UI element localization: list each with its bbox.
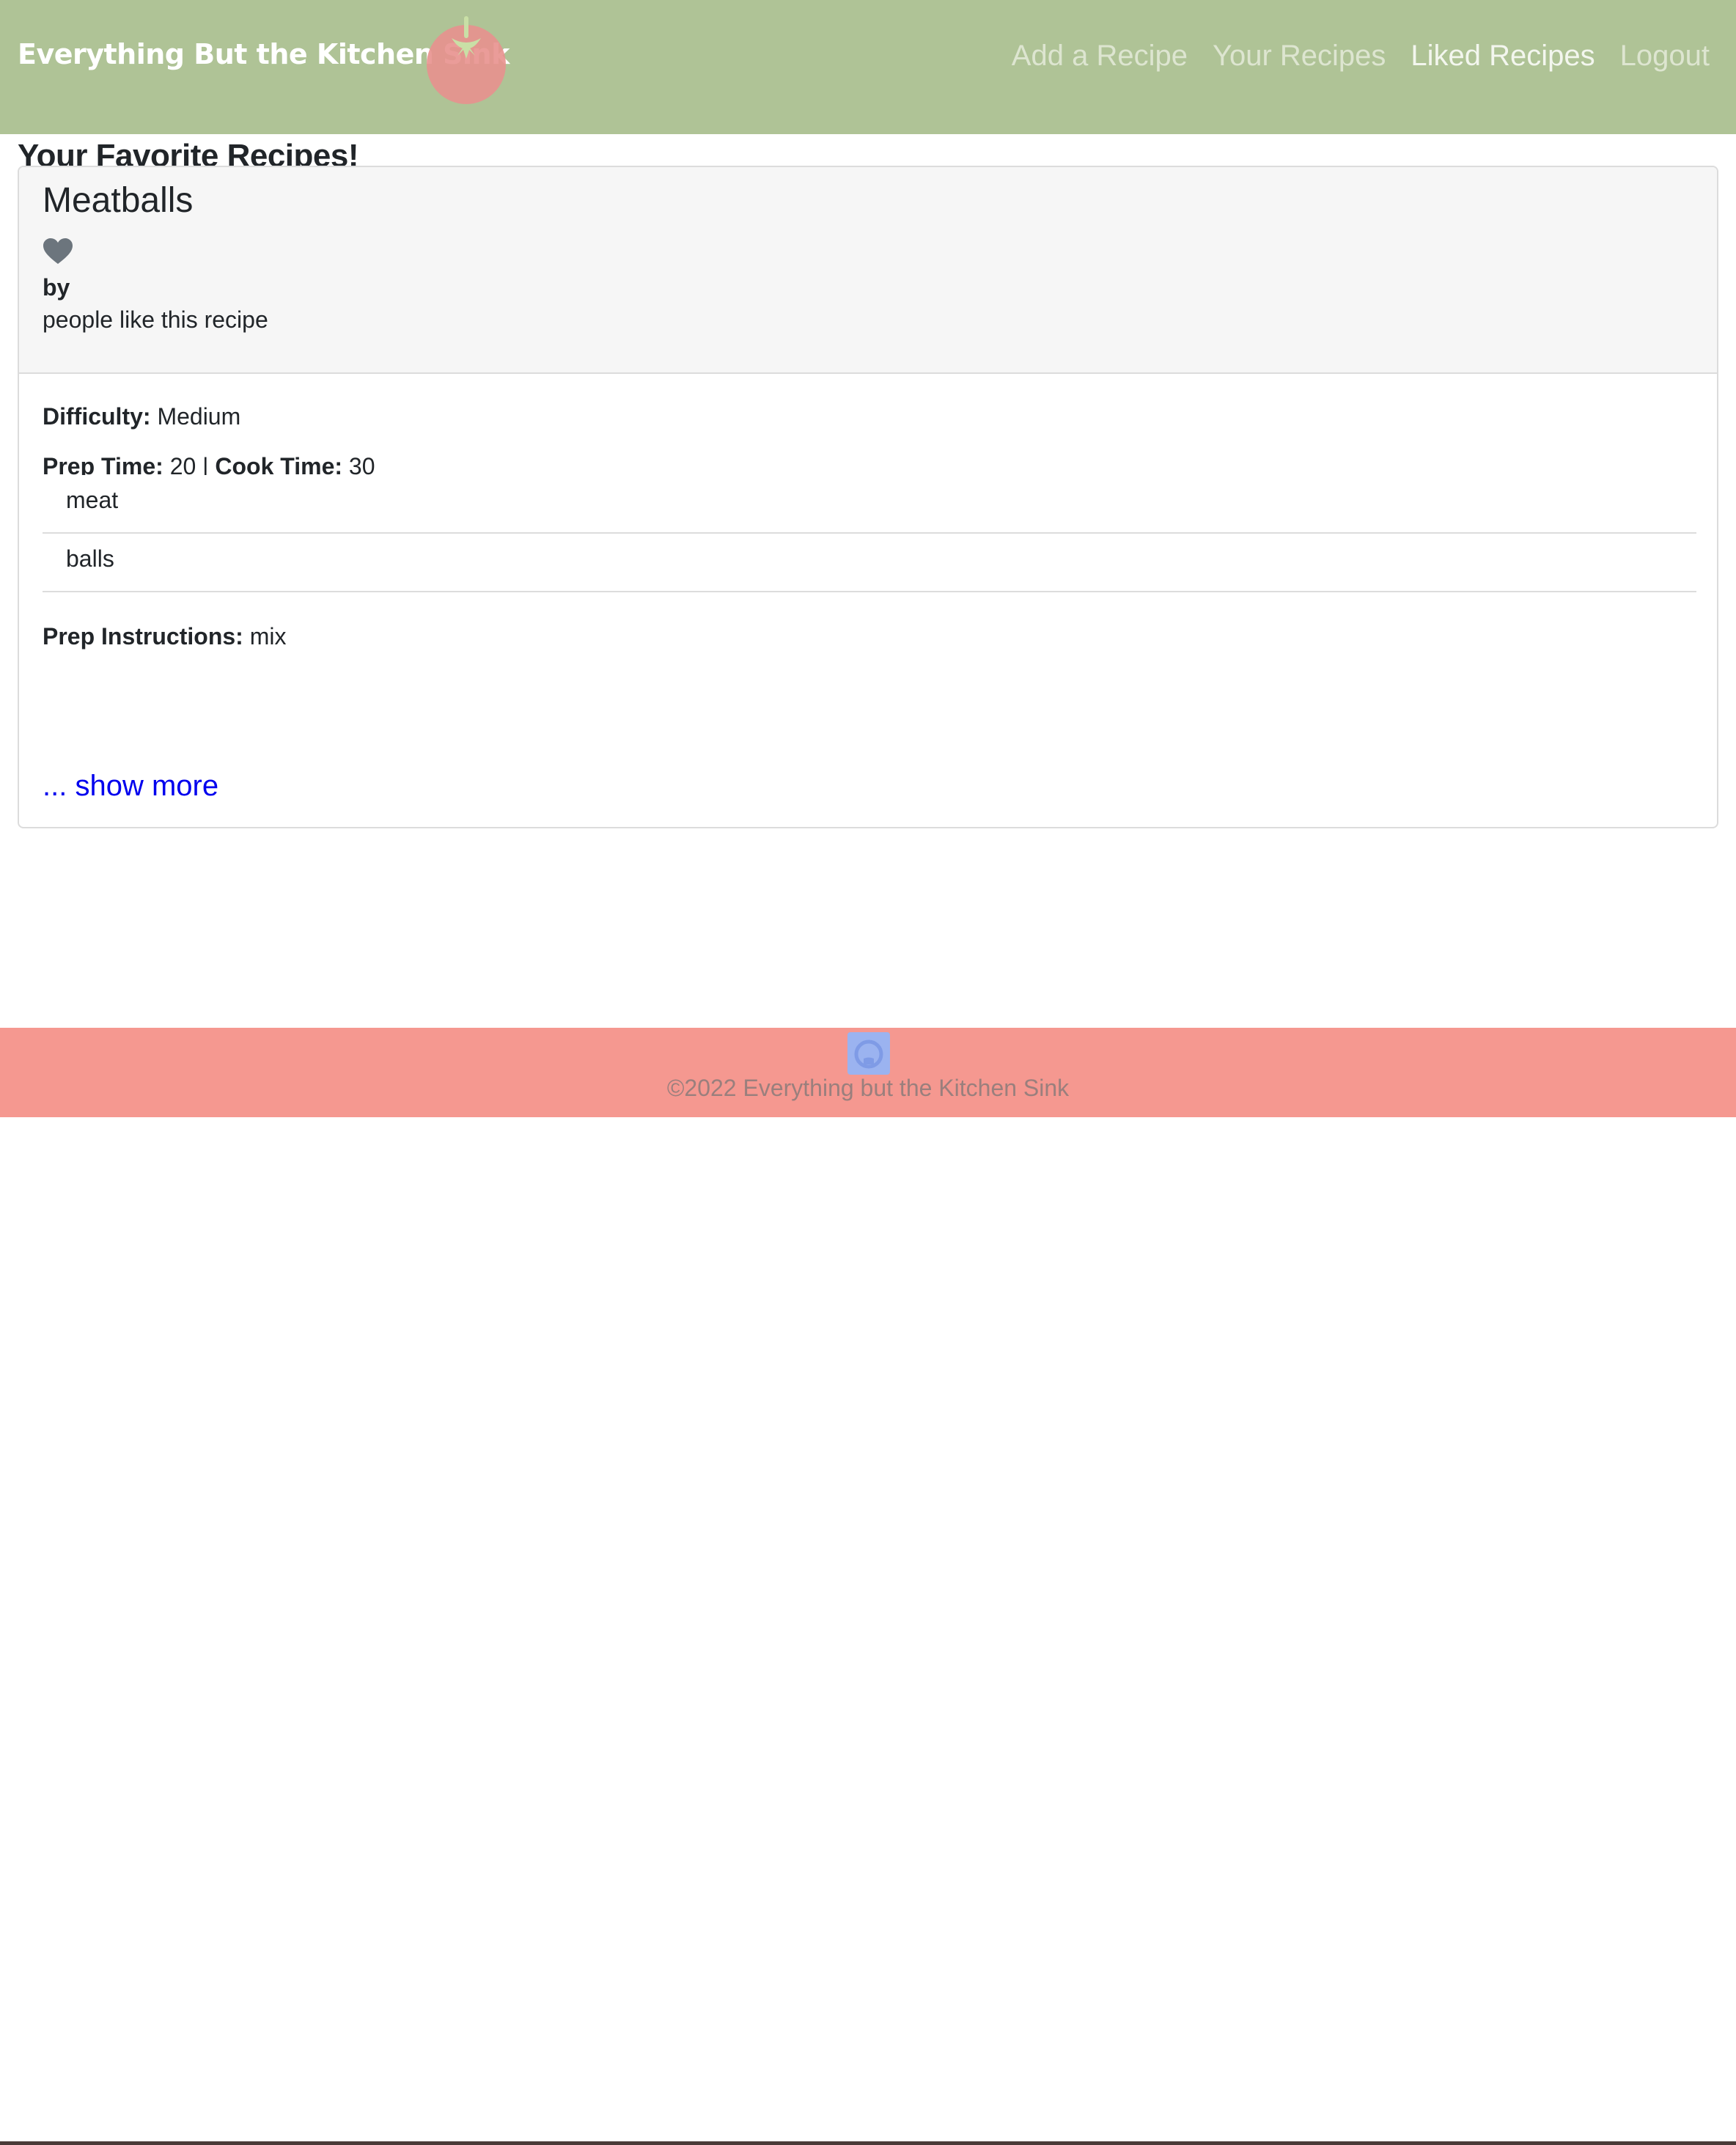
nav-your-recipes[interactable]: Your Recipes xyxy=(1213,40,1386,73)
prep-time-value: 20 xyxy=(169,453,196,475)
recipe-card-header: Meatballs by people like this recipe xyxy=(19,167,1717,374)
heart-icon[interactable] xyxy=(43,238,73,265)
copyright-text: ©2022 Everything but the Kitchen Sink xyxy=(666,1075,1070,1101)
page-title: Your Favorite Recipes! xyxy=(18,138,358,167)
ingredient-list: meat balls xyxy=(43,475,1696,592)
cook-time-label: Cook Time: xyxy=(215,453,343,475)
recipe-instructions: Prep Instructions: mix xyxy=(43,623,286,650)
ingredient-item: balls xyxy=(43,534,1696,592)
footer-divider xyxy=(0,2141,1736,2145)
instructions-value: mix xyxy=(249,623,287,650)
nav-liked-recipes[interactable]: Liked Recipes xyxy=(1410,40,1595,73)
nav-links: Add a Recipe Your Recipes Liked Recipes … xyxy=(1012,40,1710,73)
prep-time-label: Prep Time: xyxy=(43,453,163,475)
time-separator: | xyxy=(202,453,209,475)
navbar: Everything But the Kitchen Sink Add a Re… xyxy=(0,0,1736,134)
cook-time-value: 30 xyxy=(348,453,375,475)
nav-add-recipe[interactable]: Add a Recipe xyxy=(1012,40,1188,73)
recipe-card: Meatballs by people like this recipe Dif… xyxy=(18,166,1718,828)
recipe-author: by xyxy=(43,274,70,301)
difficulty-value: Medium xyxy=(157,403,241,430)
nav-logout[interactable]: Logout xyxy=(1620,40,1710,73)
ingredient-item: meat xyxy=(43,475,1696,534)
recipe-difficulty: Difficulty: Medium xyxy=(43,403,240,430)
recipe-title: Meatballs xyxy=(43,181,194,220)
recipe-likes-count: people like this recipe xyxy=(43,306,268,333)
footer: ©2022 Everything but the Kitchen Sink xyxy=(0,1028,1736,2145)
github-icon[interactable] xyxy=(847,1032,890,1075)
tomato-icon xyxy=(427,16,506,104)
difficulty-label: Difficulty: xyxy=(43,403,151,430)
recipe-times: Prep Time: 20 | Cook Time: 30 xyxy=(43,450,375,475)
instructions-label: Prep Instructions: xyxy=(43,623,243,650)
show-more-link[interactable]: ... show more xyxy=(43,770,218,803)
